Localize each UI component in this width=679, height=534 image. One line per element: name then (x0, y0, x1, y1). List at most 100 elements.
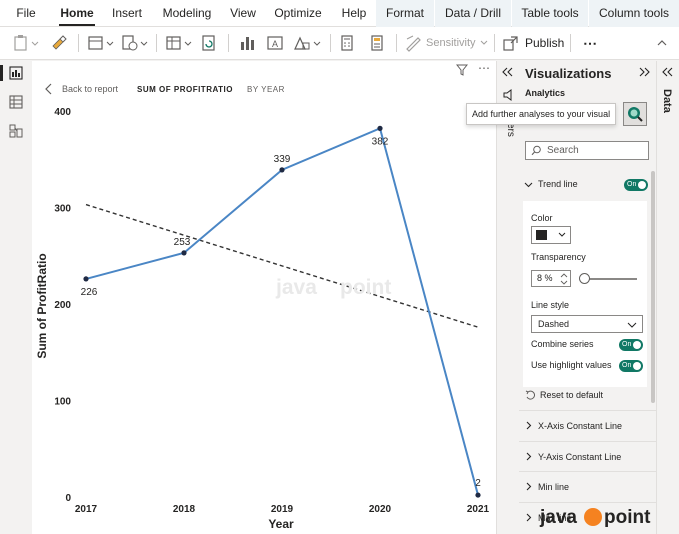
table-view-icon (9, 95, 23, 109)
data-point (377, 125, 383, 131)
quick-measure-button[interactable] (366, 32, 388, 54)
publish-button[interactable]: Publish (502, 32, 566, 54)
visualizations-panel: Visualizations Analytics Search Trend li… (519, 61, 656, 534)
line-style-dropdown[interactable]: Dashed (531, 315, 643, 333)
y-tick-label: 400 (54, 107, 71, 118)
transform-data-button[interactable] (164, 32, 194, 54)
y-axis-title: Sum of ProfitRatio (35, 253, 49, 358)
expand-data-button[interactable] (662, 67, 674, 80)
collapse-ribbon-button[interactable] (652, 32, 672, 54)
x-tick-label: 2020 (369, 504, 392, 515)
menu-file[interactable]: File (6, 0, 46, 27)
menu-table-tools[interactable]: Table tools (512, 0, 588, 27)
collapse-visualizations-button[interactable] (638, 67, 650, 80)
refresh-button[interactable] (198, 32, 220, 54)
paste-button[interactable] (12, 32, 40, 54)
text-box-button[interactable]: A (264, 32, 286, 54)
menu-data-drill[interactable]: Data / Drill (435, 0, 511, 27)
paste-icon (14, 35, 39, 51)
publish-icon (503, 36, 518, 51)
data-label: 2 (475, 478, 481, 489)
table-edit-icon (166, 36, 192, 50)
menu-optimize[interactable]: Optimize (271, 0, 325, 27)
data-panel-label: Data (661, 89, 673, 113)
recent-sources-button[interactable] (120, 32, 150, 54)
visuals-icon (294, 36, 321, 50)
analytics-magnifier-icon (628, 107, 643, 122)
data-panel-collapsed[interactable]: Data (656, 61, 679, 534)
double-chevron-left-icon (502, 67, 513, 77)
x-tick-label: 2018 (173, 504, 196, 515)
menu-format[interactable]: Format (376, 0, 434, 27)
sensitivity-icon (406, 35, 421, 52)
toolbar-separator (396, 34, 397, 52)
ribbon-toolbar: A Sensitivity Publish ⋯ (0, 27, 679, 60)
expand-filters-button[interactable] (502, 67, 514, 80)
data-label: 226 (81, 287, 98, 298)
chevron-up-icon (657, 40, 667, 46)
min-line-section[interactable]: Min line (519, 471, 656, 501)
toggle-knob (638, 181, 646, 189)
report-view-button[interactable] (9, 66, 23, 83)
watermark-text-right: point (340, 276, 392, 299)
new-measure-button[interactable] (336, 32, 358, 54)
line-chart[interactable]: 400 300 200 100 0 2017 2018 2019 2020 2021 Year Sum… (32, 61, 497, 534)
highlight-toggle-text: On (622, 362, 632, 369)
bar-chart-icon (241, 37, 254, 50)
menu-home[interactable]: Home (55, 0, 99, 27)
filters-label: ers (505, 123, 516, 137)
brand-watermark-right: point (604, 507, 651, 528)
data-label: 382 (372, 136, 389, 147)
sensitivity-button[interactable]: Sensitivity (404, 32, 490, 54)
table-view-button[interactable] (9, 95, 23, 112)
menu-help[interactable]: Help (336, 0, 372, 27)
active-view-indicator (0, 65, 3, 81)
analytics-label: Analytics (525, 88, 566, 98)
more-options-button[interactable]: ⋯ (578, 32, 602, 54)
color-picker[interactable] (531, 226, 571, 244)
calculator-icon (341, 35, 353, 51)
model-view-button[interactable] (9, 124, 23, 141)
section-label: Y-Axis Constant Line (538, 451, 622, 462)
menu-view[interactable]: View (225, 0, 261, 27)
highlight-values-toggle[interactable]: On (619, 360, 643, 372)
double-chevron-left-icon (662, 67, 673, 77)
report-view-icon (9, 66, 23, 80)
panel-scrollbar[interactable] (651, 171, 655, 403)
reset-to-default-button[interactable]: Reset to default (525, 387, 603, 403)
search-input[interactable]: Search (525, 141, 649, 160)
get-data-button[interactable] (86, 32, 116, 54)
quick-measure-icon (371, 35, 383, 51)
toolbar-separator (570, 34, 571, 52)
speaker-icon-button[interactable] (502, 89, 514, 104)
data-label: 253 (174, 237, 191, 248)
publish-label: Publish (525, 36, 565, 50)
chevron-right-icon (526, 421, 532, 430)
color-swatch (536, 230, 547, 240)
transparency-slider-thumb[interactable] (579, 273, 590, 284)
refresh-icon (202, 35, 215, 51)
line-style-label: Line style (531, 300, 570, 310)
chevron-right-icon (526, 513, 532, 522)
y-axis-constant-line-section[interactable]: Y-Axis Constant Line (519, 441, 656, 471)
combine-series-toggle[interactable]: On (619, 339, 643, 351)
transparency-input[interactable]: 8 % (531, 270, 571, 287)
x-axis-constant-line-section[interactable]: X-Axis Constant Line (519, 410, 656, 440)
menu-bar: File Home Insert Modeling View Optimize … (0, 0, 679, 27)
report-canvas: ⋯ Back to report SUM OF PROFITRATIO BY Y… (32, 61, 497, 534)
y-tick-label: 300 (54, 204, 71, 215)
x-axis-title: Year (268, 517, 294, 531)
toggle-knob (633, 341, 641, 349)
double-chevron-right-icon (639, 67, 650, 77)
section-label: Min line (538, 481, 570, 492)
menu-column-tools[interactable]: Column tools (589, 0, 679, 27)
menu-modeling[interactable]: Modeling (158, 0, 216, 27)
analytics-tab[interactable] (623, 102, 647, 126)
more-visuals-button[interactable] (292, 32, 324, 54)
menu-insert[interactable]: Insert (107, 0, 147, 27)
search-placeholder: Search (547, 145, 579, 156)
new-visual-button[interactable] (236, 32, 258, 54)
reset-label: Reset to default (540, 390, 604, 400)
trend-line-toggle[interactable]: On (624, 179, 648, 191)
format-painter-button[interactable] (48, 32, 70, 54)
